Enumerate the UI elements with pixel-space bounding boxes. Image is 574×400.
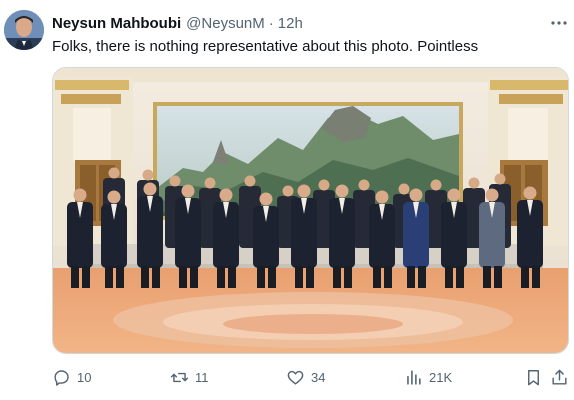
- share-button[interactable]: [550, 366, 574, 388]
- author-avatar[interactable]: [4, 10, 44, 50]
- reply-icon: [52, 368, 71, 387]
- share-icon: [550, 368, 569, 387]
- reply-button[interactable]: 10: [52, 366, 91, 388]
- tweet-header: Neysun Mahboubi @NeysunM · 12h: [52, 14, 564, 32]
- author-handle[interactable]: @NeysunM: [186, 15, 265, 32]
- author-name[interactable]: Neysun Mahboubi: [52, 15, 181, 32]
- reply-count: 10: [77, 369, 92, 385]
- heart-icon: [286, 368, 305, 387]
- tweet-media[interactable]: [52, 67, 569, 354]
- views-count: 21K: [429, 369, 453, 385]
- tweet-timestamp[interactable]: 12h: [278, 15, 303, 32]
- bookmark-icon: [524, 368, 543, 387]
- like-count: 34: [311, 369, 326, 385]
- retweet-count: 11: [195, 369, 209, 385]
- avatar-image: [4, 10, 44, 50]
- tweet-text: Folks, there is nothing representative a…: [52, 38, 479, 55]
- bookmark-button[interactable]: [524, 366, 549, 388]
- tweet-card[interactable]: Neysun Mahboubi @NeysunM · 12h Folks, th…: [0, 0, 574, 400]
- more-dots-icon[interactable]: [548, 12, 570, 34]
- group-photo-image: [53, 68, 568, 353]
- retweet-button[interactable]: 11: [170, 366, 209, 388]
- views-button[interactable]: 21K: [404, 366, 452, 388]
- header-separator: ·: [268, 14, 274, 32]
- retweet-icon: [170, 368, 189, 387]
- views-chart-icon: [404, 368, 423, 387]
- tweet-actions-bar: 10 11 34 21K: [52, 366, 570, 388]
- like-button[interactable]: 34: [286, 366, 325, 388]
